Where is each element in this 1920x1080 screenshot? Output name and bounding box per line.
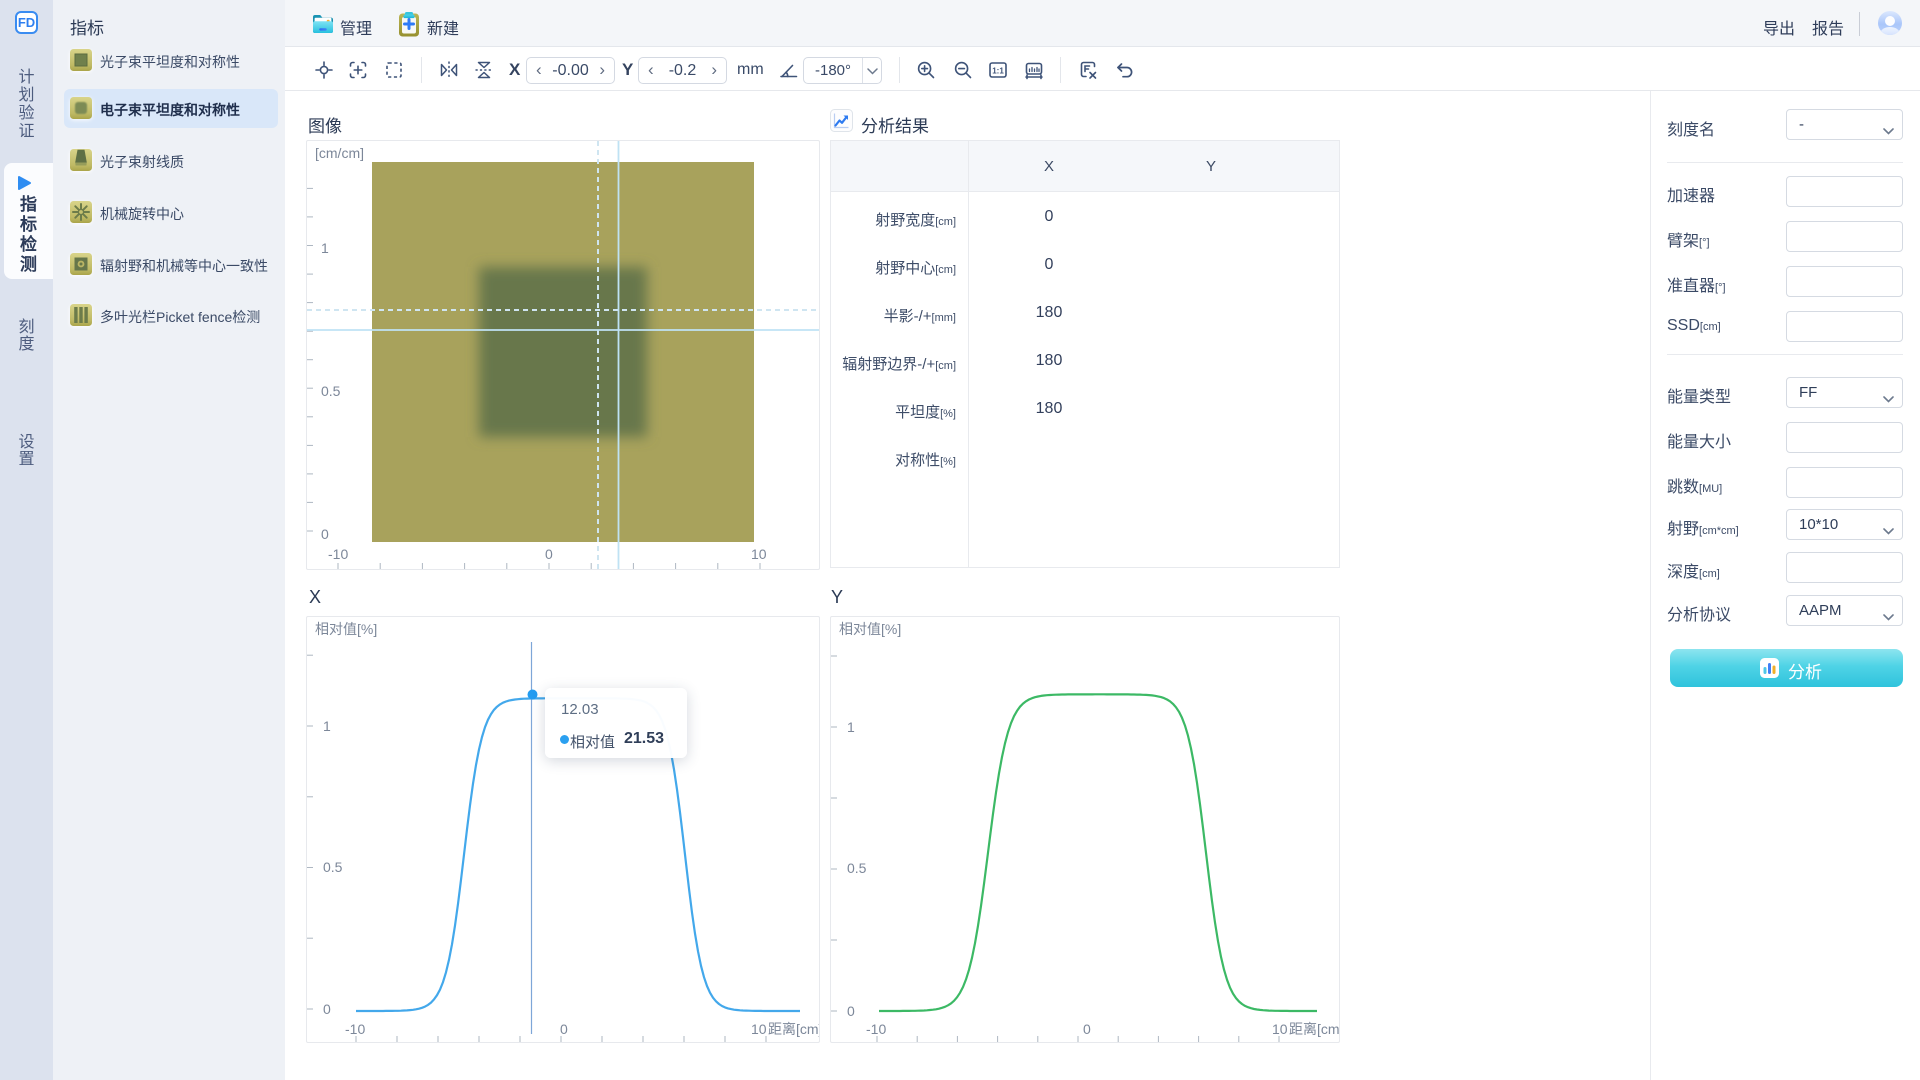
svg-text:0: 0 xyxy=(1083,1021,1091,1037)
svg-text:-10: -10 xyxy=(866,1021,886,1037)
svg-text:距离[cm]: 距离[cm] xyxy=(768,1021,819,1037)
svg-text:0: 0 xyxy=(321,526,329,542)
svg-text:1: 1 xyxy=(323,718,331,734)
svg-text:-10: -10 xyxy=(345,1021,365,1037)
svg-text:10: 10 xyxy=(751,546,767,562)
svg-text:0.5: 0.5 xyxy=(847,860,867,876)
svg-text:距离[cm]: 距离[cm] xyxy=(1289,1021,1339,1037)
svg-text:相对值[%]: 相对值[%] xyxy=(839,621,901,637)
svg-text:10: 10 xyxy=(751,1021,767,1037)
svg-text:[cm/cm]: [cm/cm] xyxy=(315,145,364,161)
svg-text:-10: -10 xyxy=(328,546,348,562)
svg-text:0.5: 0.5 xyxy=(321,383,341,399)
svg-text:相对值[%]: 相对值[%] xyxy=(315,621,377,637)
svg-text:0: 0 xyxy=(560,1021,568,1037)
svg-text:0: 0 xyxy=(545,546,553,562)
svg-text:0.5: 0.5 xyxy=(323,859,343,875)
svg-text:1: 1 xyxy=(321,240,329,256)
svg-text:0: 0 xyxy=(323,1001,331,1017)
svg-text:10: 10 xyxy=(1272,1021,1288,1037)
svg-text:1:1: 1:1 xyxy=(992,66,1004,75)
svg-text:0: 0 xyxy=(847,1003,855,1019)
svg-text:1: 1 xyxy=(847,719,855,735)
